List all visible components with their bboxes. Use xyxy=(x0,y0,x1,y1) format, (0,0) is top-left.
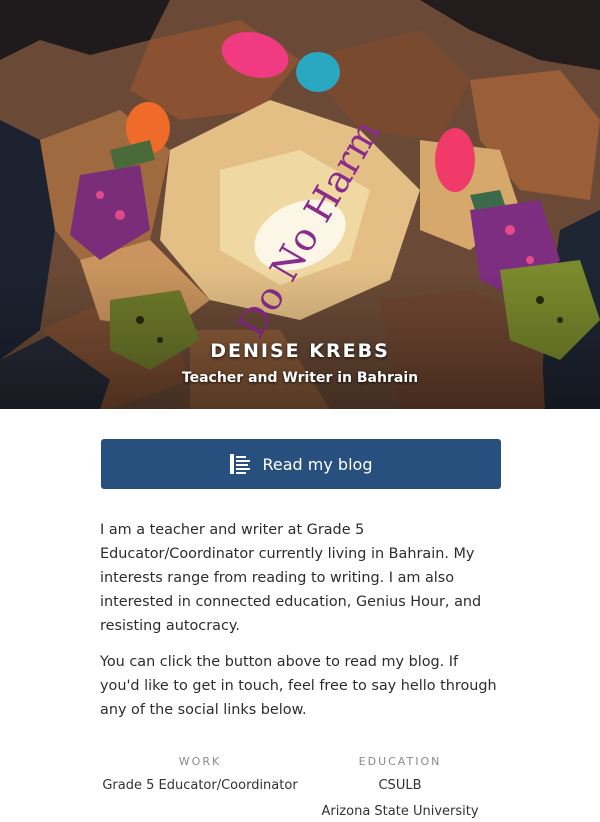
document-lines-icon xyxy=(229,454,251,474)
bio-paragraph: I am a teacher and writer at Grade 5 Edu… xyxy=(100,522,482,634)
work-heading: WORK xyxy=(178,755,222,768)
work-item: Grade 5 Educator/Coordinator xyxy=(102,778,298,793)
education-heading: EDUCATION xyxy=(358,755,442,768)
bio-section: I am a teacher and writer at Grade 5 Edu… xyxy=(100,518,500,734)
education-section: EDUCATION CSULB Arizona State University xyxy=(300,752,500,822)
education-item: CSULB xyxy=(378,778,422,793)
education-item: Arizona State University xyxy=(321,804,479,819)
read-blog-button[interactable]: Read my blog xyxy=(101,439,501,489)
work-section: WORK Grade 5 Educator/Coordinator xyxy=(100,752,300,798)
profile-name: DENISE KREBS xyxy=(210,340,390,362)
bio-paragraph: You can click the button above to read m… xyxy=(100,654,497,718)
cover-shade xyxy=(0,269,600,409)
profile-tagline: Teacher and Writer in Bahrain xyxy=(181,370,419,386)
cover-image: Do No Harm DENISE KREBS Teacher and Writ… xyxy=(0,0,600,409)
read-blog-label: Read my blog xyxy=(262,454,373,474)
